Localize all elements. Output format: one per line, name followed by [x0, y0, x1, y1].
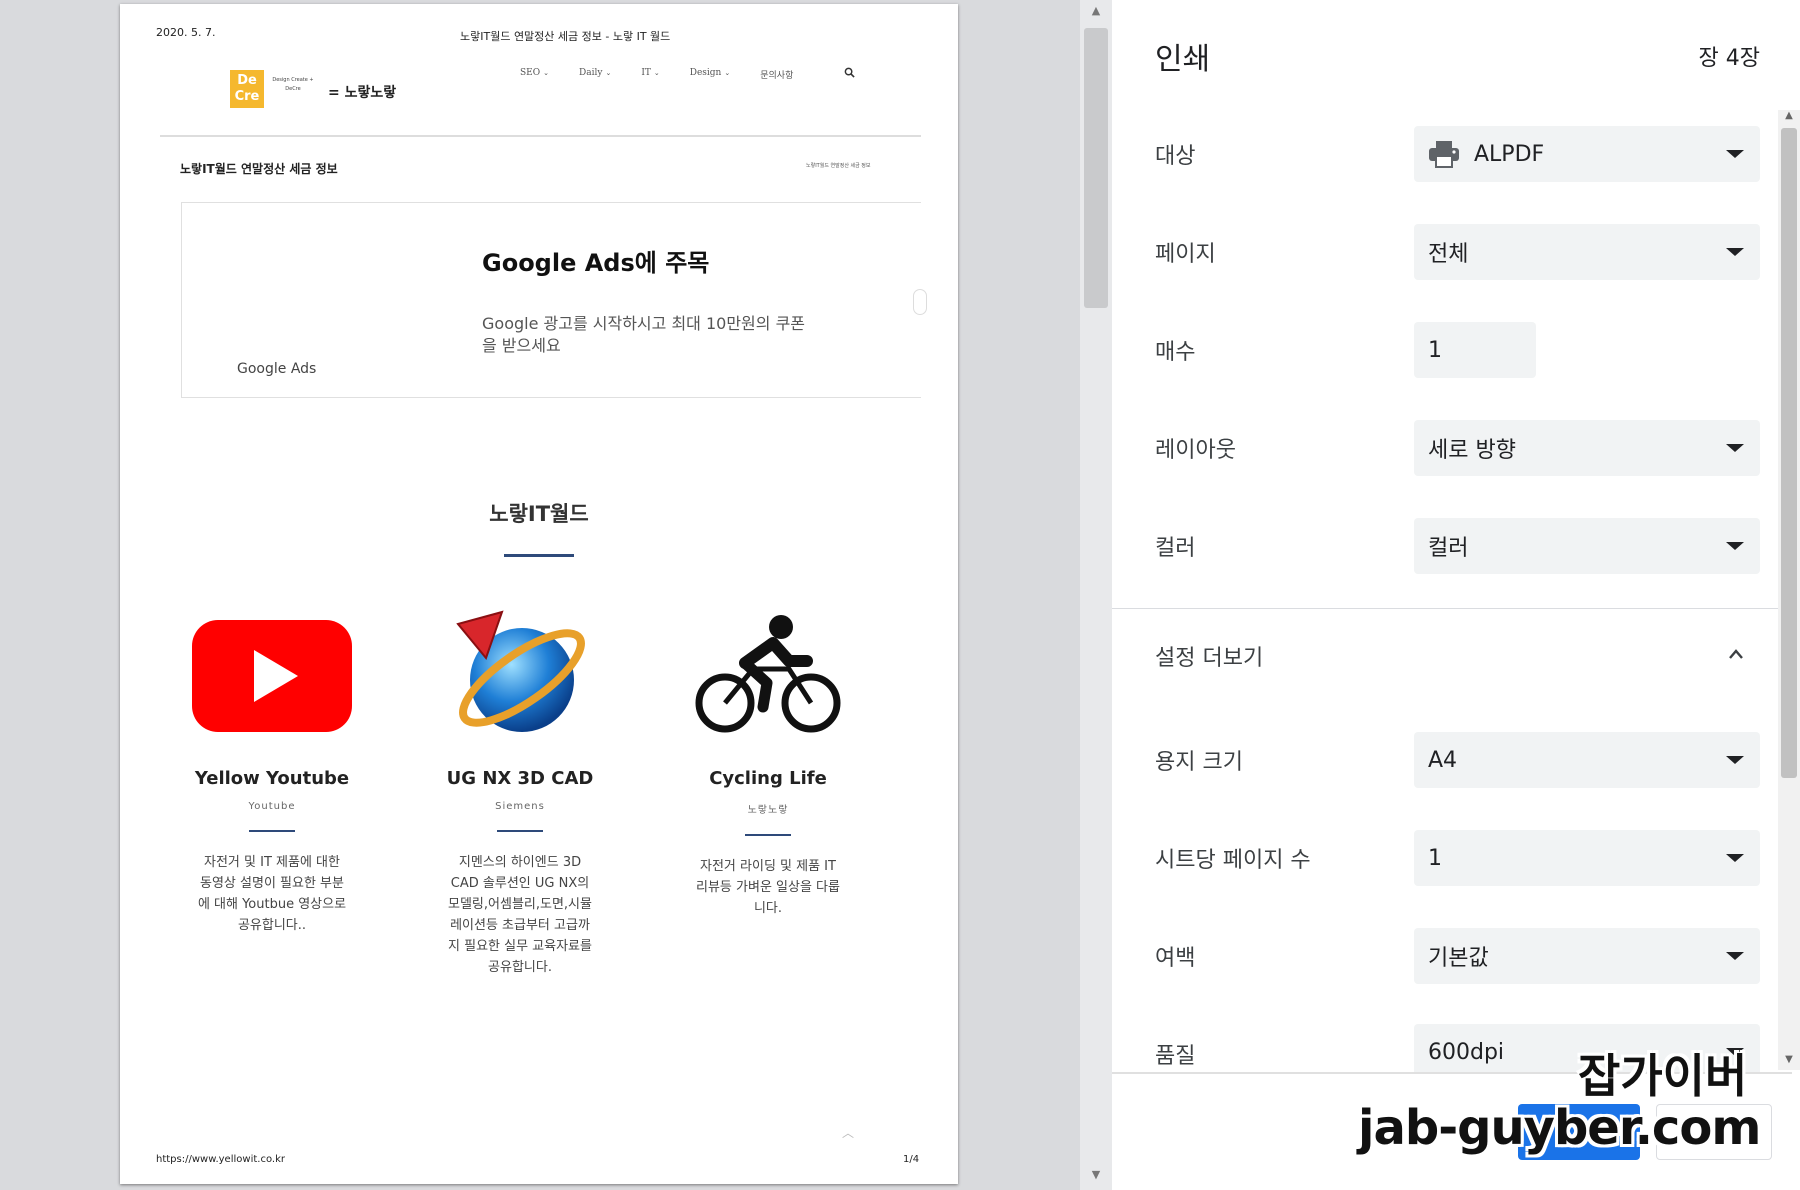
chevron-up-icon: ︿: [842, 1126, 855, 1140]
card-subtitle: Youtube: [248, 801, 296, 812]
scroll-up-icon[interactable]: ▲: [1778, 110, 1800, 121]
margins-select[interactable]: 기본값: [1414, 928, 1760, 984]
pages-value: 전체: [1428, 242, 1469, 267]
card-title: UG NX 3D CAD: [446, 768, 594, 789]
pages-select[interactable]: 전체: [1414, 224, 1760, 280]
ad-arrow-button: [913, 289, 927, 315]
scroll-down-icon[interactable]: ▼: [1778, 1054, 1800, 1065]
pages-per-sheet-label: 시트당 페이지 수: [1155, 848, 1311, 873]
post-title: 노랗IT월드 연말정산 세금 정보: [180, 162, 338, 176]
card-ugnx: UG NX 3D CAD Siemens 지멘스의 하이엔드 3D CAD 솔루…: [430, 596, 610, 978]
ad-banner: Google Ads에 주목 Google 광고를 시작하시고 최대 10만원의…: [181, 202, 927, 398]
pages-per-sheet-value: 1: [1428, 845, 1442, 871]
print-title: 인쇄: [1155, 42, 1211, 77]
header-date: 2020. 5. 7.: [156, 26, 216, 39]
copies-input[interactable]: 1: [1414, 322, 1536, 378]
logo-tagline: Design Create + DeCre: [272, 77, 314, 92]
margins-value: 기본값: [1428, 946, 1489, 971]
header-title: 노랗IT월드 연말정산 세금 정보 - 노랗 IT 월드: [460, 30, 671, 43]
section-underline: [504, 554, 574, 557]
copies-label: 매수: [1155, 340, 1196, 365]
preview-page: 2020. 5. 7. 노랗IT월드 연말정산 세금 정보 - 노랗 IT 월드…: [120, 4, 958, 1184]
print-preview-area: 2020. 5. 7. 노랗IT월드 연말정산 세금 정보 - 노랗 IT 월드…: [0, 0, 1112, 1190]
paper-size-select[interactable]: A4: [1414, 732, 1760, 788]
paper-size-value: A4: [1428, 747, 1458, 773]
sheet-count: 장 4장: [1698, 46, 1760, 71]
ad-headline: Google Ads에 주목: [482, 249, 710, 277]
nav-item-it: IT ⌄: [641, 68, 660, 78]
search-icon: [844, 67, 855, 78]
card-divider: [249, 830, 295, 832]
dropdown-arrow-icon: [1726, 150, 1744, 158]
dropdown-arrow-icon: [1726, 248, 1744, 256]
scroll-up-icon[interactable]: ▲: [1080, 4, 1112, 17]
nav-item-seo: SEO ⌄: [520, 68, 549, 78]
quality-label: 품질: [1155, 1044, 1196, 1069]
section-title: 노랗IT월드: [489, 502, 589, 526]
header-divider: [160, 135, 921, 137]
watermark-line1: 잡가이버: [1578, 1049, 1748, 1103]
card-description: 자전거 및 IT 제품에 대한 동영상 설명이 필요한 부분에 대해 Youtb…: [197, 855, 347, 933]
footer-url: https://www.yellowit.co.kr: [156, 1154, 285, 1165]
card-divider: [745, 834, 791, 836]
youtube-icon: [192, 620, 352, 732]
paper-size-label: 용지 크기: [1155, 750, 1243, 775]
cyclist-icon: [695, 615, 841, 733]
printer-icon: [1429, 141, 1459, 168]
scroll-down-icon[interactable]: ▼: [1080, 1168, 1112, 1181]
pages-label: 페이지: [1155, 242, 1216, 267]
dropdown-arrow-icon: [1726, 756, 1744, 764]
pages-per-sheet-select[interactable]: 1: [1414, 830, 1760, 886]
card-title: Cycling Life: [709, 768, 827, 789]
site-logo: De Cre: [230, 70, 264, 108]
dropdown-arrow-icon: [1726, 952, 1744, 960]
layout-label: 레이아웃: [1155, 438, 1236, 463]
destination-value: ALPDF: [1474, 141, 1545, 167]
dropdown-arrow-icon: [1726, 854, 1744, 862]
card-title: Yellow Youtube: [194, 768, 350, 789]
nav-item-design: Design ⌄: [689, 68, 731, 78]
more-settings-toggle[interactable]: 설정 더보기: [1155, 640, 1263, 672]
color-value: 컬러: [1428, 536, 1469, 561]
nav-item-contact: 문의사항: [760, 71, 794, 81]
card-subtitle: 노랗노랗: [747, 805, 789, 816]
settings-scrollbar[interactable]: ▲ ▼: [1778, 110, 1800, 1070]
quality-value: 600dpi: [1428, 1039, 1505, 1065]
layout-value: 세로 방향: [1428, 438, 1516, 463]
print-settings-panel: 인쇄 장 4장 대상 ALPDF 페이지 전체 매수 1 레이아웃 세로 방향 …: [1112, 0, 1800, 1190]
settings-scroll-thumb[interactable]: [1781, 128, 1797, 778]
destination-label: 대상: [1155, 144, 1196, 169]
layout-select[interactable]: 세로 방향: [1414, 420, 1760, 476]
color-label: 컬러: [1155, 536, 1196, 561]
globe-icon: [456, 610, 585, 732]
destination-select[interactable]: ALPDF: [1414, 126, 1760, 182]
card-divider: [497, 830, 543, 832]
nav-item-daily: Daily ⌄: [579, 68, 612, 78]
site-nav: SEO ⌄ Daily ⌄ IT ⌄ Design ⌄ 문의사항: [520, 68, 793, 81]
breadcrumb: 노랗IT월드 연말정산 세금 정보: [806, 163, 871, 169]
preview-scrollbar[interactable]: ▲ ▼: [1080, 0, 1112, 1190]
card-cycling: Cycling Life 노랗노랗 자전거 라이딩 및 제품 IT 리뷰등 가벼…: [678, 596, 858, 919]
preview-scroll-thumb[interactable]: [1084, 28, 1108, 308]
color-select[interactable]: 컬러: [1414, 518, 1760, 574]
card-youtube: Yellow Youtube Youtube 자전거 및 IT 제품에 대한 동…: [182, 596, 362, 936]
watermark-line2: jab-guyber.com: [1358, 1100, 1761, 1156]
card-description: 자전거 라이딩 및 제품 IT 리뷰등 가벼운 일상을 다룹니다.: [696, 859, 840, 916]
margins-label: 여백: [1155, 946, 1196, 971]
card-subtitle: Siemens: [495, 801, 545, 812]
dropdown-arrow-icon: [1726, 444, 1744, 452]
logo-name: = 노랗노랗: [328, 85, 397, 101]
ad-description: Google 광고를 시작하시고 최대 10만원의 쿠폰을 받으세요: [482, 314, 806, 355]
ad-source: Google Ads: [237, 361, 317, 377]
dropdown-arrow-icon: [1726, 542, 1744, 550]
card-description: 지멘스의 하이엔드 3D CAD 솔루션인 UG NX의 모델링,어셈블리,도면…: [448, 855, 592, 975]
chevron-up-icon[interactable]: [1728, 646, 1744, 662]
settings-divider: [1112, 608, 1792, 609]
copies-value: 1: [1428, 337, 1442, 363]
footer-page-number: 1/4: [903, 1154, 920, 1165]
